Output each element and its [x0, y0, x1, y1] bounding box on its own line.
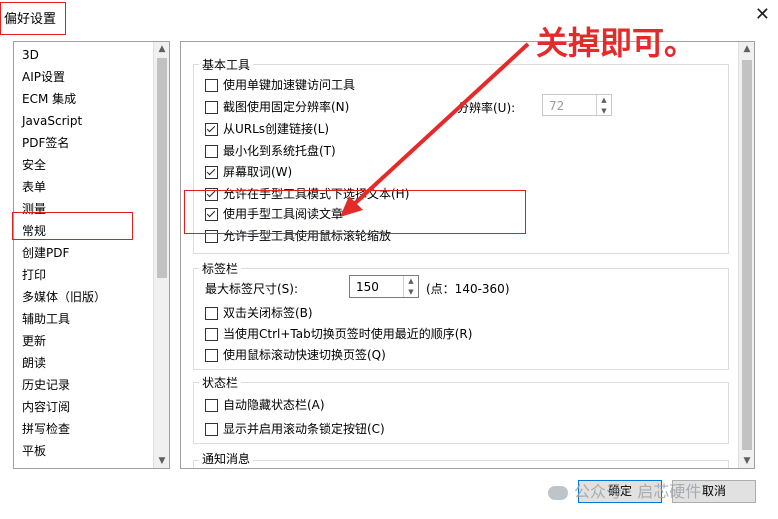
annotation-arrow-icon [340, 42, 530, 217]
watermark: 公众号 · 启芯硬件 [548, 478, 701, 502]
wechat-icon [548, 485, 568, 500]
